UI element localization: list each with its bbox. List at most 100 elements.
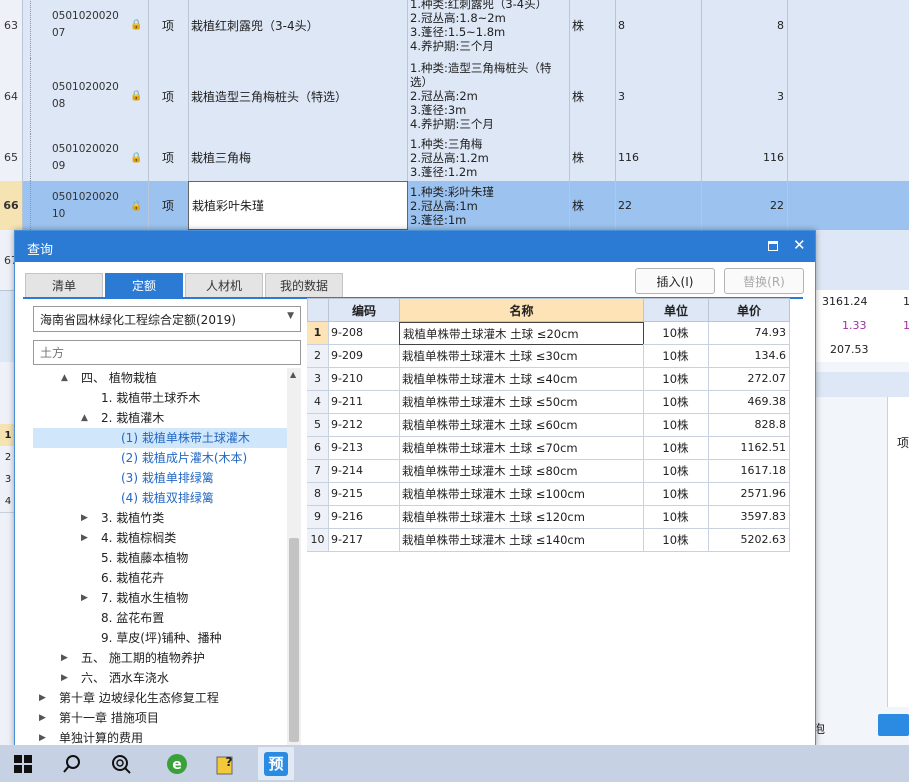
tree-node[interactable]: (2) 栽植成片灌木(木本)	[33, 448, 287, 468]
quota-price[interactable]: 1617.18	[708, 460, 790, 483]
quota-price[interactable]: 3597.83	[708, 506, 790, 529]
table-row[interactable]: 8 9-215 栽植单株带土球灌木 土球 ≤100cm 10株 2571.96	[307, 483, 790, 506]
table-row[interactable]: 65 050102002009 🔒 项 栽植三角梅 1.种类:三角梅 2.冠丛高:…	[0, 134, 909, 182]
table-row[interactable]: 9 9-216 栽植单株带土球灌木 土球 ≤120cm 10株 3597.83	[307, 506, 790, 529]
unit-cell[interactable]: 株	[570, 0, 616, 58]
code-cell[interactable]: 050102002009 🔒	[22, 134, 149, 181]
expand-icon[interactable]: ▶	[39, 728, 46, 746]
close-icon[interactable]: ✕	[793, 236, 806, 254]
quota-unit[interactable]: 10株	[643, 506, 709, 529]
name-cell[interactable]: 栽植红刺露兜（3-4头）	[188, 0, 408, 58]
quota-name[interactable]: 栽植单株带土球灌木 土球 ≤30cm	[399, 345, 644, 368]
quota-unit[interactable]: 10株	[643, 391, 709, 414]
quota-price[interactable]: 74.93	[708, 322, 790, 345]
quota-price[interactable]: 469.38	[708, 391, 790, 414]
quota-unit[interactable]: 10株	[643, 460, 709, 483]
quota-price[interactable]: 2571.96	[708, 483, 790, 506]
features-cell[interactable]: 1.种类:三角梅 2.冠丛高:1.2m 3.蓬径:1.2m	[408, 134, 570, 181]
quantity-cell[interactable]: 22	[702, 181, 788, 230]
quota-unit[interactable]: 10株	[643, 483, 709, 506]
tree-node[interactable]: 9. 草皮(坪)铺种、播种	[33, 628, 287, 648]
features-cell[interactable]: 1.种类:彩叶朱瑾 2.冠丛高:1m 3.蓬径:1m	[408, 181, 570, 230]
unit-cell[interactable]: 株	[570, 181, 616, 230]
expand-icon[interactable]: ▶	[61, 648, 68, 668]
table-row[interactable]: 3 9-210 栽植单株带土球灌木 土球 ≤40cm 10株 272.07	[307, 368, 790, 391]
column-header-unit[interactable]: 单位	[643, 298, 709, 322]
tree-node[interactable]: (4) 栽植双排绿篱	[33, 488, 287, 508]
tree-scrollbar[interactable]: ▲	[287, 368, 301, 746]
quantity-cell[interactable]: 8	[702, 0, 788, 58]
quota-code[interactable]: 9-217	[328, 529, 400, 552]
quantity-cell[interactable]: 116	[616, 134, 702, 181]
scroll-up-icon[interactable]: ▲	[290, 370, 296, 379]
quota-code[interactable]: 9-211	[328, 391, 400, 414]
quota-unit[interactable]: 10株	[643, 345, 709, 368]
quota-name[interactable]: 栽植单株带土球灌木 土球 ≤80cm	[399, 460, 644, 483]
replace-button[interactable]: 替换(R)	[724, 268, 804, 294]
type-cell[interactable]: 项	[148, 0, 189, 58]
column-header-price[interactable]: 单价	[708, 298, 790, 322]
quota-name[interactable]: 栽植单株带土球灌木 土球 ≤50cm	[399, 391, 644, 414]
blank-cell[interactable]	[788, 58, 909, 134]
tree-node[interactable]: ▶ 单独计算的费用	[33, 728, 287, 746]
column-header-name[interactable]: 名称	[399, 298, 644, 322]
quota-name[interactable]: 栽植单株带土球灌木 土球 ≤60cm	[399, 414, 644, 437]
code-cell[interactable]: 050102002008 🔒	[22, 58, 149, 134]
collapse-icon[interactable]: ▲	[81, 408, 88, 428]
name-cell[interactable]: 栽植彩叶朱瑾	[188, 181, 408, 230]
quota-name[interactable]: 栽植单株带土球灌木 土球 ≤40cm	[399, 368, 644, 391]
quota-unit[interactable]: 10株	[643, 368, 709, 391]
table-row[interactable]: 6 9-213 栽植单株带土球灌木 土球 ≤70cm 10株 1162.51	[307, 437, 790, 460]
maximize-icon[interactable]	[768, 241, 778, 251]
tree-node[interactable]: (3) 栽植单排绿篱	[33, 468, 287, 488]
expand-icon[interactable]: ▶	[39, 688, 46, 708]
quantity-cell[interactable]: 22	[616, 181, 702, 230]
features-cell[interactable]: 1.种类:造型三角梅桩头（特 选） 2.冠丛高:2m 3.蓬径:3m 4.养护期:三个月	[408, 58, 570, 134]
quota-code[interactable]: 9-208	[328, 322, 400, 345]
blank-cell[interactable]	[788, 134, 909, 181]
cortana-icon[interactable]	[106, 749, 136, 779]
table-row[interactable]: 4 9-211 栽植单株带土球灌木 土球 ≤50cm 10株 469.38	[307, 391, 790, 414]
quota-price[interactable]: 5202.63	[708, 529, 790, 552]
table-row[interactable]: 10 9-217 栽植单株带土球灌木 土球 ≤140cm 10株 5202.63	[307, 529, 790, 552]
expand-icon[interactable]: ▶	[81, 588, 88, 608]
dialog-title-bar[interactable]: 查询 ✕	[15, 231, 815, 262]
quota-code[interactable]: 9-216	[328, 506, 400, 529]
tree-node[interactable]: 8. 盆花布置	[33, 608, 287, 628]
table-row[interactable]: 5 9-212 栽植单株带土球灌木 土球 ≤60cm 10株 828.8	[307, 414, 790, 437]
tab-my-data[interactable]: 我的数据	[265, 273, 343, 297]
tree-node[interactable]: (1) 栽植单株带土球灌木	[33, 428, 287, 448]
tree-node[interactable]: 5. 栽植藤本植物	[33, 548, 287, 568]
search-input[interactable]	[33, 340, 301, 365]
table-row[interactable]: 1 9-208 栽植单株带土球灌木 土球 ≤20cm 10株 74.93	[307, 322, 790, 345]
quota-name[interactable]: 栽植单株带土球灌木 土球 ≤70cm	[399, 437, 644, 460]
quota-price[interactable]: 272.07	[708, 368, 790, 391]
tree-node[interactable]: ▲ 2. 栽植灌木	[33, 408, 287, 428]
quota-name[interactable]: 栽植单株带土球灌木 土球 ≤20cm	[399, 322, 644, 345]
help-icon[interactable]: ?	[211, 749, 241, 779]
unit-cell[interactable]: 株	[570, 58, 616, 134]
table-row[interactable]: 66 050102002010 🔒 项 栽植彩叶朱瑾 1.种类:彩叶朱瑾 2.冠丛…	[0, 181, 909, 231]
scrollbar-thumb[interactable]	[289, 538, 299, 742]
windows-start-icon[interactable]	[8, 749, 38, 779]
tree-node[interactable]: ▶ 五、 施工期的植物养护	[33, 648, 287, 668]
quota-code[interactable]: 9-213	[328, 437, 400, 460]
quota-library-select[interactable]: 海南省园林绿化工程综合定额(2019) ▼	[33, 306, 301, 332]
quota-unit[interactable]: 10株	[643, 437, 709, 460]
table-row[interactable]: 2 9-209 栽植单株带土球灌木 土球 ≤30cm 10株 134.6	[307, 345, 790, 368]
quota-price[interactable]: 1162.51	[708, 437, 790, 460]
type-cell[interactable]: 项	[148, 58, 189, 134]
confirm-button[interactable]	[878, 714, 909, 736]
type-cell[interactable]: 项	[148, 134, 189, 181]
tab-bill[interactable]: 清单	[25, 273, 103, 297]
tree-node[interactable]: ▶ 3. 栽植竹类	[33, 508, 287, 528]
app-icon[interactable]: 预	[258, 747, 294, 780]
tab-materials[interactable]: 人材机	[185, 273, 263, 297]
quantity-cell[interactable]: 8	[616, 0, 702, 58]
expand-icon[interactable]: ▶	[39, 708, 46, 728]
quota-unit[interactable]: 10株	[643, 322, 709, 345]
expand-icon[interactable]: ▶	[81, 528, 88, 548]
name-cell[interactable]: 栽植三角梅	[188, 134, 408, 181]
tree-node[interactable]: ▶ 六、 洒水车浇水	[33, 668, 287, 688]
quota-name[interactable]: 栽植单株带土球灌木 土球 ≤100cm	[399, 483, 644, 506]
